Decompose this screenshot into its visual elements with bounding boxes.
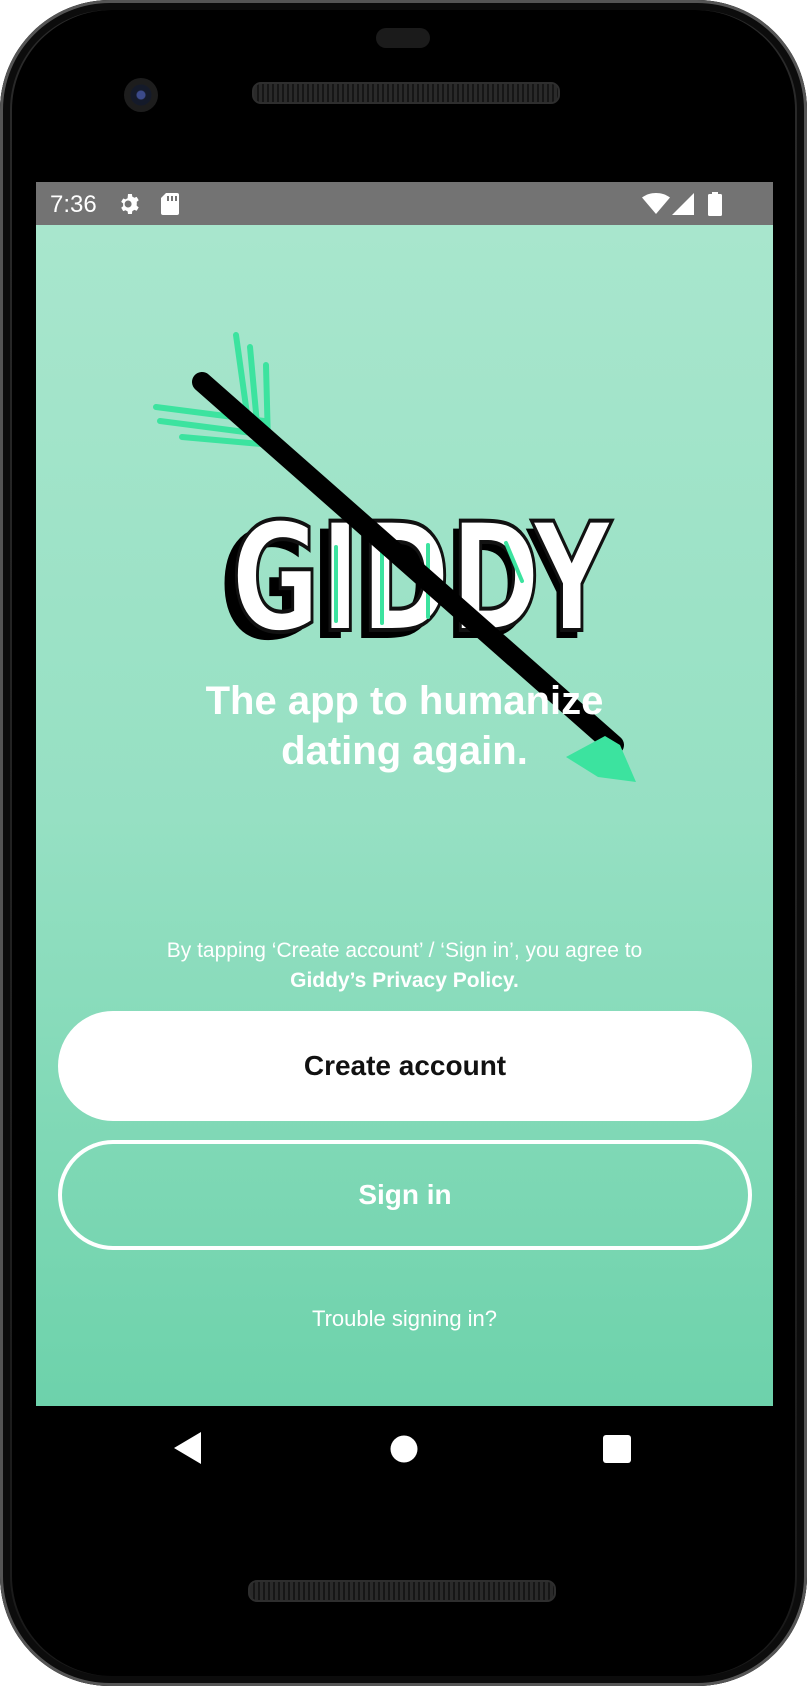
phone-frame: 7:36 GIDDY The app to humanize dating ag…: [0, 0, 807, 1686]
legal-notice: By tapping ‘Create account’ / ‘Sign in’,…: [36, 936, 773, 996]
status-time: 7:36: [50, 191, 97, 218]
cell-signal-icon: [672, 193, 694, 220]
back-icon[interactable]: [174, 1432, 202, 1469]
screen: 7:36 GIDDY The app to humanize dating ag…: [36, 182, 773, 1406]
privacy-policy-link[interactable]: Giddy’s Privacy Policy.: [36, 966, 773, 996]
tagline-line-2: dating again.: [281, 729, 528, 773]
earpiece-speaker: [252, 82, 560, 104]
battery-icon: [708, 192, 722, 221]
tagline-line-1: The app to humanize: [205, 679, 604, 723]
navigation-bar: [36, 1406, 773, 1490]
wifi-icon: [642, 193, 670, 220]
proximity-sensor: [376, 28, 430, 48]
legal-text: By tapping ‘Create account’ / ‘Sign in’,…: [166, 939, 643, 962]
create-account-button[interactable]: Create account: [58, 1011, 752, 1121]
gear-icon: [118, 192, 142, 221]
tagline: The app to humanize dating again.: [36, 676, 773, 776]
status-bar: 7:36: [36, 182, 773, 225]
welcome-screen: GIDDY GIDDY The app to humanize dating a…: [36, 225, 773, 1406]
recents-icon[interactable]: [603, 1435, 631, 1468]
sign-in-button[interactable]: Sign in: [58, 1140, 752, 1250]
bottom-speaker: [248, 1580, 556, 1602]
trouble-signing-in-link[interactable]: Trouble signing in?: [36, 1306, 773, 1332]
home-icon[interactable]: [390, 1435, 418, 1468]
sd-card-icon: [160, 192, 180, 221]
front-camera: [124, 78, 158, 112]
